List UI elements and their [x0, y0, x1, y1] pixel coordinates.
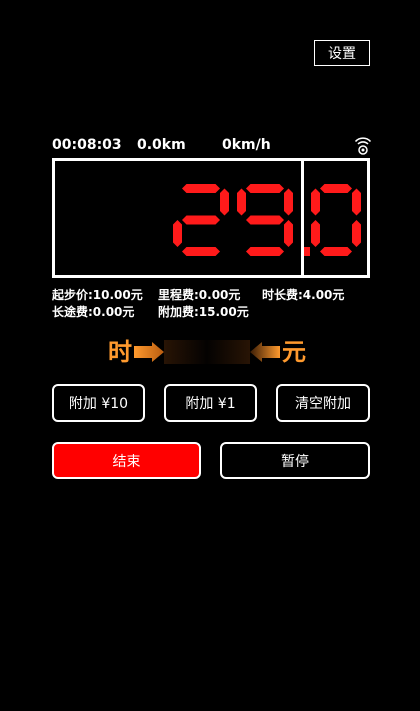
fare-digit: [311, 184, 361, 256]
distance-readout: 0.0km: [137, 137, 186, 153]
arrow-left-icon: [250, 342, 280, 362]
extra-fee: 附加费:15.00元: [158, 305, 249, 319]
add-10-button[interactable]: 附加 ¥10: [52, 384, 145, 422]
banner-left-char: 时: [108, 337, 132, 366]
fare-digit: [237, 184, 293, 256]
settings-button[interactable]: 设置: [314, 40, 370, 66]
meter-divider: [301, 161, 304, 275]
add-1-button[interactable]: 附加 ¥1: [164, 384, 257, 422]
status-row: 00:08:03 0.0km 0km/h: [52, 137, 372, 155]
pause-button[interactable]: 暂停: [220, 442, 370, 479]
signal-icon: [354, 137, 372, 155]
fare-meter-display: [52, 158, 370, 278]
arrow-right-icon: [134, 342, 164, 362]
end-trip-button[interactable]: 结束: [52, 442, 201, 479]
time-yuan-banner: 时 元: [100, 332, 330, 372]
banner-glow: [164, 340, 250, 364]
speed-readout: 0km/h: [222, 137, 271, 153]
elapsed-time: 00:08:03: [52, 137, 122, 153]
base-fare: 起步价:10.00元: [52, 288, 143, 302]
seven-segment-digits: [173, 184, 361, 256]
long-distance-fee: 长途费:0.00元: [52, 305, 135, 319]
mileage-fee: 里程费:0.00元: [158, 288, 241, 302]
clear-extra-button[interactable]: 清空附加: [276, 384, 370, 422]
banner-right-char: 元: [282, 337, 306, 366]
fare-digit: [173, 184, 229, 256]
time-fee: 时长费:4.00元: [262, 288, 345, 302]
